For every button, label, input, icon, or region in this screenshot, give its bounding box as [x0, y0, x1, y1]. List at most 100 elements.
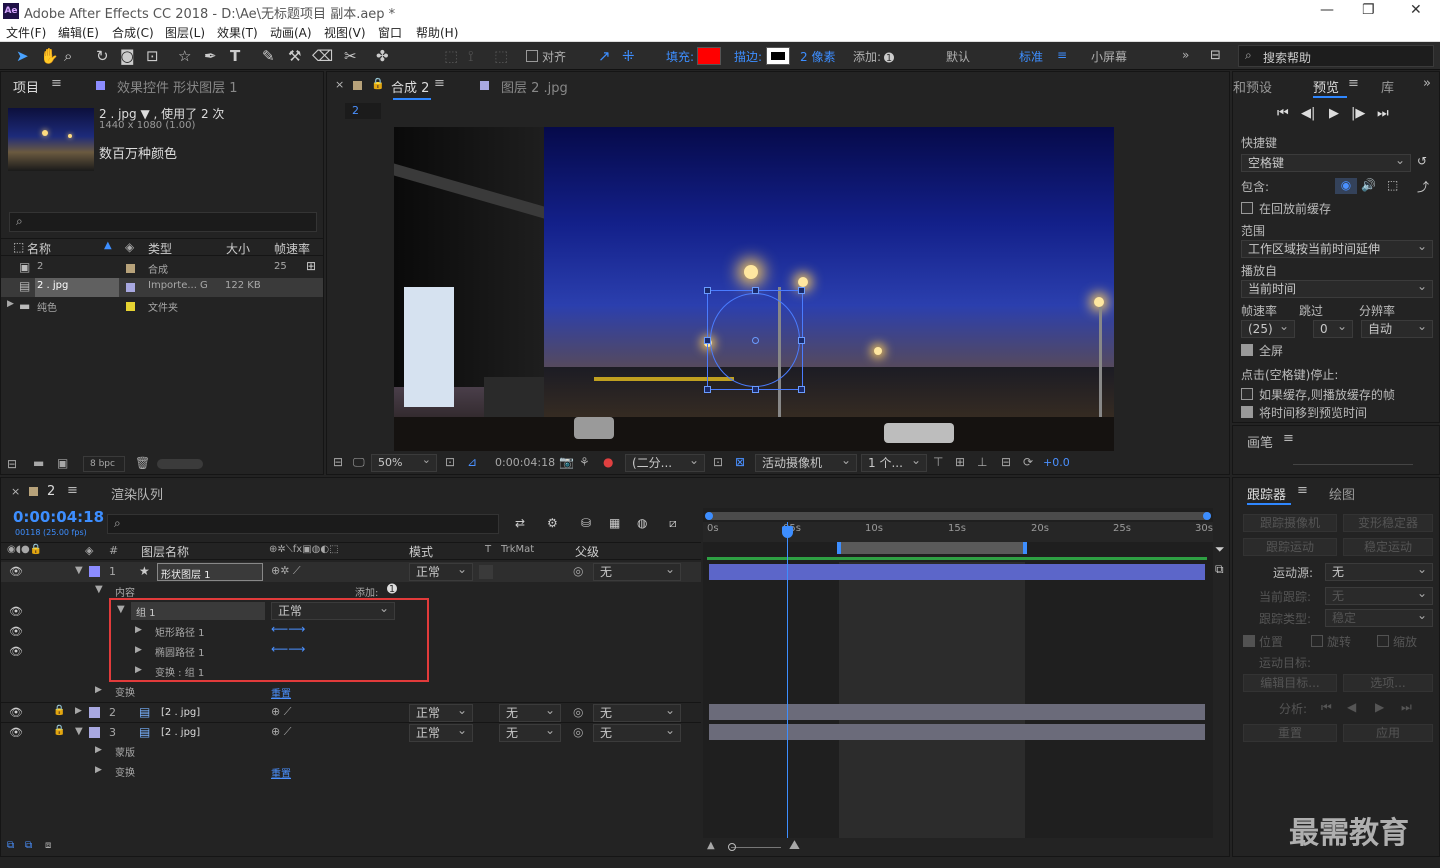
help-search-input[interactable]: ⌕ 搜索帮助 — [1238, 45, 1434, 67]
zoom-in-icon[interactable]: ⛰ — [789, 838, 800, 853]
layer-row-1[interactable]: 👁 ▼ 1 ★ 形状图层 1 ⊕✲ ⟋ 正常 ◎ 无 — [1, 561, 701, 582]
snap-grid-icon[interactable]: ⁜ — [622, 46, 635, 66]
parent-dropdown[interactable]: 无 — [593, 722, 681, 742]
flowchart-icon[interactable]: ⊞ — [306, 259, 316, 273]
fit-icon[interactable]: ⊡ — [445, 455, 455, 469]
list-item[interactable]: ▶ ▬ 纯色 文件夹 — [1, 297, 323, 316]
apply-button[interactable]: 应用 — [1343, 724, 1433, 742]
parent-dropdown[interactable]: 无 — [593, 561, 681, 581]
analyze-back-frame-icon[interactable]: ⏮ — [1321, 700, 1332, 715]
track-type-dropdown[interactable]: 稳定 — [1325, 607, 1433, 627]
visibility-eye-icon[interactable]: 👁 — [9, 726, 23, 739]
trkmat-dropdown[interactable]: 无 — [499, 702, 561, 722]
tab-brush[interactable]: 画笔 — [1247, 432, 1273, 451]
column-layer-name[interactable]: 图层名称 — [141, 543, 189, 560]
menu-edit[interactable]: 编辑(E) — [58, 24, 99, 41]
workspace-small[interactable]: 小屏幕 — [1091, 48, 1127, 65]
interpret-footage-icon[interactable]: ⊟ — [7, 457, 17, 471]
add-label[interactable]: 添加: — [853, 48, 881, 65]
close-icon[interactable]: ✕ — [1410, 2, 1422, 18]
fill-swatch[interactable] — [697, 47, 721, 65]
layer-2-duration-bar[interactable] — [709, 704, 1205, 720]
tab-timeline-comp[interactable]: 2 — [47, 484, 55, 499]
expand-arrow-icon[interactable]: ▶ — [7, 299, 14, 309]
rotate-tool-icon[interactable]: ↻ — [96, 46, 109, 66]
workspace-standard[interactable]: 标准 — [1019, 48, 1043, 65]
warp-stabilizer-button[interactable]: 变形稳定器 — [1343, 514, 1433, 532]
panel-menu-icon[interactable]: ≡ — [1283, 431, 1294, 446]
column-type[interactable]: 类型 — [148, 240, 172, 257]
panel-menu-icon[interactable]: ≡ — [434, 76, 445, 91]
resolution-dropdown[interactable]: 自动 — [1361, 318, 1433, 338]
brush-tool-icon[interactable]: ✎ — [262, 46, 275, 66]
camera-dropdown[interactable]: 活动摄像机 — [755, 452, 857, 472]
always-preview-icon[interactable]: ⊟ — [333, 455, 343, 469]
visibility-eye-icon[interactable]: 👁 — [9, 625, 23, 638]
time-navigator[interactable] — [705, 512, 1211, 520]
align-checkbox[interactable] — [526, 50, 538, 62]
edit-target-button[interactable]: 编辑目标... — [1243, 674, 1337, 692]
transparency-grid-icon[interactable]: ⊠ — [735, 455, 745, 469]
column-name[interactable]: 名称 — [27, 240, 51, 257]
exposure-value[interactable]: +0.0 — [1043, 456, 1070, 469]
layer-switches-icon[interactable]: ⊕ ⟋ — [271, 725, 291, 739]
playhead-handle[interactable] — [782, 526, 793, 538]
roto-tool-icon[interactable]: ✂ — [344, 46, 357, 66]
work-area-bar[interactable] — [837, 542, 1027, 554]
expand-arrow-icon[interactable]: ▶ — [95, 765, 102, 775]
comp-mini-flowchart-icon[interactable]: ⇄ — [515, 516, 525, 530]
more-workspaces-icon[interactable]: » — [1182, 48, 1189, 62]
menu-effect[interactable]: 效果(T) — [217, 24, 258, 41]
layer-row-3[interactable]: 👁 🔒 ▼ 3 ▤ [2 . jpg] ⊕ ⟋ 正常 无 ◎ 无 — [1, 722, 701, 742]
frame-blending-icon[interactable]: ▦ — [609, 516, 620, 530]
workspace-default[interactable]: 默认 — [946, 48, 970, 65]
expand-arrow-icon[interactable]: ▶ — [95, 745, 102, 755]
hand-tool-icon[interactable]: ✋ — [40, 46, 59, 66]
workspace-menu-icon[interactable]: ≡ — [1057, 48, 1067, 62]
preserve-transparency-box[interactable] — [479, 565, 493, 579]
close-tab-icon[interactable]: × — [335, 78, 344, 91]
tab-effect-controls[interactable]: 效果控件 形状图层 1 — [117, 77, 238, 96]
current-time[interactable]: 0:00:04:18 — [495, 456, 555, 469]
layer-1-duration-bar[interactable] — [709, 564, 1205, 580]
visibility-eye-icon[interactable]: 👁 — [9, 645, 23, 658]
track-motion-button[interactable]: 跟踪运动 — [1243, 538, 1337, 556]
comp-viewer[interactable] — [394, 127, 1114, 451]
layer-label-swatch[interactable] — [89, 727, 100, 738]
add-icon[interactable]: ➊ — [387, 582, 397, 596]
star-tool-icon[interactable]: ☆ — [178, 46, 191, 66]
fill-label[interactable]: 填充: — [666, 48, 694, 65]
anchor-tool-icon[interactable]: ⊡ — [146, 46, 159, 66]
timeline-graph[interactable]: 0s 05s 10s 15s 20s 25s 30s — [703, 508, 1213, 838]
column-mode[interactable]: 模式 — [409, 543, 433, 560]
trash-icon[interactable]: 🗑 — [135, 456, 150, 470]
views-dropdown[interactable]: 1 个... — [861, 452, 927, 472]
add-icon[interactable]: ➊ — [884, 48, 894, 68]
stroke-label[interactable]: 描边: — [734, 48, 762, 65]
puppet-tool-icon[interactable]: ✤ — [376, 46, 389, 66]
tab-library[interactable]: 库 — [1381, 77, 1394, 96]
tab-preview[interactable]: 预览 — [1313, 77, 1339, 96]
analyze-forward-frame-icon[interactable]: ⏭ — [1401, 700, 1412, 715]
fast-preview-icon[interactable]: ⊟ — [1001, 455, 1011, 469]
stabilize-motion-button[interactable]: 稳定运动 — [1343, 538, 1433, 556]
playhead-snap-icon[interactable]: ⏷ — [1215, 542, 1225, 557]
stroke-width[interactable]: 2 像素 — [800, 48, 835, 65]
menu-composition[interactable]: 合成(C) — [112, 24, 154, 41]
tab-tracker[interactable]: 跟踪器 — [1247, 484, 1286, 503]
panel-menu-icon[interactable]: ≡ — [1297, 483, 1308, 498]
tab-effects-presets[interactable]: 和预设 — [1233, 77, 1272, 96]
layer-switches-toggle-icon[interactable]: ⧉ — [7, 840, 14, 851]
masks-label[interactable]: 蒙版 — [115, 744, 135, 759]
channel-icon[interactable]: ● — [603, 455, 613, 469]
scale-checkbox[interactable] — [1377, 635, 1389, 647]
timeline-current-time[interactable]: 0:00:04:18 — [13, 508, 104, 526]
selection-tool-icon[interactable]: ➤ — [16, 46, 29, 66]
cache-before-checkbox[interactable] — [1241, 202, 1253, 214]
tab-project[interactable]: 项目 — [13, 77, 39, 96]
list-item[interactable]: ▣ 2 合成 25 ⊞ — [1, 259, 323, 278]
transfer-controls-toggle-icon[interactable]: ⧉ — [25, 840, 32, 851]
minimize-icon[interactable]: — — [1320, 2, 1334, 18]
panel-menu-icon[interactable]: ≡ — [51, 76, 62, 91]
cache-option-checkbox[interactable] — [1241, 388, 1253, 400]
